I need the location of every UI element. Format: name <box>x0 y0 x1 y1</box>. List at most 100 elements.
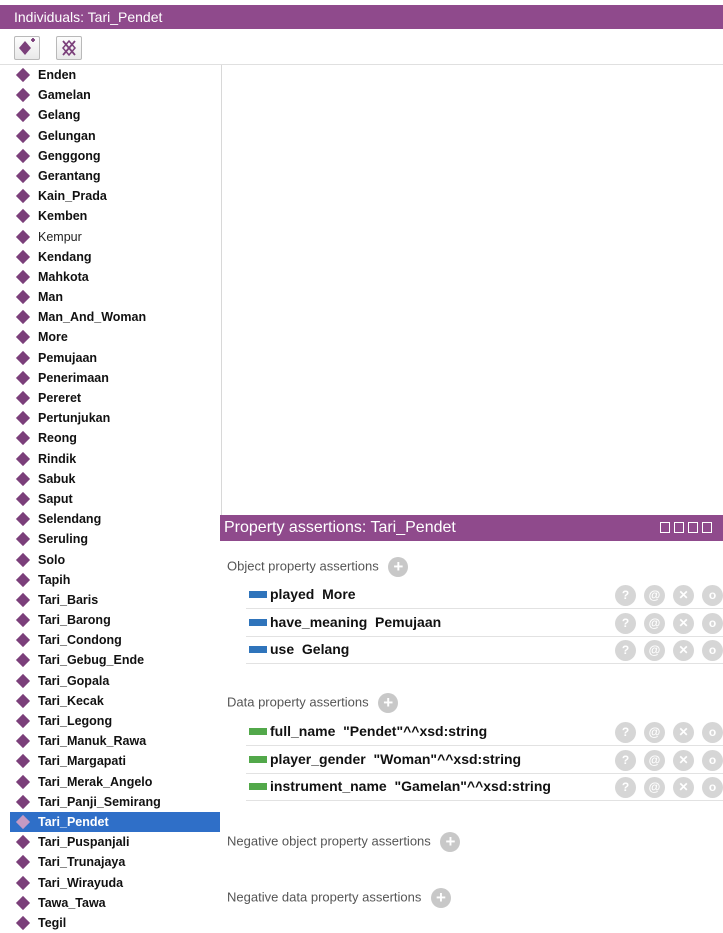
individual-item[interactable]: Kendang <box>10 247 221 267</box>
individual-item[interactable]: Seruling <box>10 529 221 549</box>
individual-item[interactable]: Tari_Trunajaya <box>10 852 221 872</box>
individual-item[interactable]: Pemujaan <box>10 348 221 368</box>
data-assertion-row[interactable]: instrument_name "Gamelan"^^xsd:string? @ ✕… <box>246 774 723 801</box>
object-assertion-row[interactable]: use Gelang? @ ✕ o <box>246 637 723 664</box>
individual-item[interactable]: Saput <box>10 489 221 509</box>
individual-item[interactable]: Mahkota <box>10 267 221 287</box>
individual-item[interactable]: Tapih <box>10 570 221 590</box>
object-property-icon <box>249 591 267 598</box>
individual-diamond-icon <box>15 491 31 507</box>
individual-item[interactable]: Tari_Manuk_Rawa <box>10 731 221 751</box>
add-data-assertion-icon[interactable]: + <box>378 693 399 713</box>
individual-item[interactable]: Tegil <box>10 913 221 933</box>
help-icon[interactable]: ? <box>615 585 636 606</box>
annotate-icon[interactable]: @ <box>644 777 665 798</box>
add-negative-object-assertion-icon[interactable]: + <box>440 832 461 852</box>
individual-item[interactable]: Gelang <box>10 105 221 125</box>
object-assertion-row[interactable]: have_meaning Pemujaan? @ ✕ o <box>246 610 723 637</box>
assertion-text: played More <box>270 586 356 602</box>
individual-item[interactable]: Gerantang <box>10 166 221 186</box>
individual-diamond-icon <box>15 532 31 547</box>
annotate-icon[interactable]: @ <box>644 640 665 661</box>
individual-item[interactable]: Tari_Kecak <box>10 691 221 711</box>
split-horizontal-icon[interactable] <box>674 522 684 533</box>
individual-item[interactable]: Man <box>10 287 221 307</box>
delete-icon[interactable]: ✕ <box>673 777 694 798</box>
individual-item[interactable]: Sabuk <box>10 469 221 489</box>
individual-item[interactable]: Man_And_Woman <box>10 307 221 327</box>
individual-item[interactable]: Reong <box>10 428 221 448</box>
individual-item[interactable]: Tari_Condong <box>10 630 221 650</box>
negative-data-assertions-label: Negative data property assertions <box>227 889 422 905</box>
individual-label: Tari_Gebug_Ende <box>38 653 145 668</box>
individual-item[interactable]: Kain_Prada <box>10 186 221 206</box>
individuals-list[interactable]: Enden Gamelan Gelang Gelungan Genggong Gerant… <box>10 65 222 933</box>
help-icon[interactable]: ? <box>615 749 636 771</box>
add-object-assertion-icon[interactable]: + <box>388 557 409 577</box>
help-icon[interactable]: ? <box>615 640 636 661</box>
data-property-icon <box>249 783 267 790</box>
help-icon[interactable]: ? <box>615 722 636 743</box>
delete-icon[interactable]: ✕ <box>673 722 694 743</box>
individual-item[interactable]: Tari_Merak_Angelo <box>10 772 221 792</box>
individual-item[interactable]: Genggong <box>10 146 221 166</box>
delete-icon[interactable]: ✕ <box>673 749 694 771</box>
data-property-icon <box>249 755 267 763</box>
annotate-icon[interactable]: @ <box>644 722 665 743</box>
add-negative-data-assertion-icon[interactable]: + <box>431 888 452 908</box>
delete-individual-button[interactable] <box>56 36 82 60</box>
assertion-text: have_meaning Pemujaan <box>270 614 441 630</box>
help-icon[interactable]: ? <box>615 612 636 634</box>
edit-icon[interactable]: o <box>702 640 723 661</box>
individual-item[interactable]: Tari_Pendet <box>10 811 221 833</box>
close-view-icon[interactable] <box>702 522 712 533</box>
individual-item[interactable]: Kemben <box>10 206 221 226</box>
individual-item[interactable]: Tari_Baris <box>10 590 221 610</box>
individual-label: Tari_Panji_Semirang <box>38 794 161 809</box>
add-individual-icon <box>19 38 35 55</box>
individual-item[interactable]: Gamelan <box>10 85 221 105</box>
assertion-text: instrument_name "Gamelan"^^xsd:string <box>270 778 551 794</box>
individual-item[interactable]: Tawa_Tawa <box>10 893 221 913</box>
individual-item[interactable]: More <box>10 327 221 347</box>
individual-item[interactable]: Tari_Wirayuda <box>10 873 221 893</box>
individual-item[interactable]: Gelungan <box>10 126 221 146</box>
delete-icon[interactable]: ✕ <box>673 585 694 606</box>
data-assertion-row[interactable]: player_gender "Woman"^^xsd:string? @ ✕ o <box>246 747 723 774</box>
delete-icon[interactable]: ✕ <box>673 640 694 661</box>
maximize-icon[interactable] <box>688 522 698 533</box>
individual-item[interactable]: Pertunjukan <box>10 408 221 428</box>
annotate-icon[interactable]: @ <box>644 749 665 771</box>
individual-item[interactable]: Enden <box>10 65 221 85</box>
individual-item[interactable]: Selendang <box>10 509 221 529</box>
edit-icon[interactable]: o <box>702 612 723 634</box>
annotate-icon[interactable]: @ <box>644 585 665 606</box>
individual-item[interactable]: Pereret <box>10 388 221 408</box>
delete-icon[interactable]: ✕ <box>673 612 694 634</box>
individual-item[interactable]: Penerimaan <box>10 368 221 388</box>
individual-item[interactable]: Rindik <box>10 449 221 469</box>
split-vertical-icon[interactable] <box>660 522 670 533</box>
edit-icon[interactable]: o <box>702 722 723 743</box>
annotate-icon[interactable]: @ <box>644 612 665 634</box>
edit-icon[interactable]: o <box>702 749 723 771</box>
individual-item[interactable]: Tari_Margapati <box>10 751 221 771</box>
edit-icon[interactable]: o <box>702 585 723 606</box>
individual-item[interactable]: Tari_Puspanjali <box>10 832 221 852</box>
individual-diamond-icon <box>15 451 31 466</box>
individual-item[interactable]: Kempur <box>10 227 221 247</box>
add-individual-button[interactable] <box>14 36 40 60</box>
individual-item[interactable]: Tari_Gebug_Ende <box>10 650 221 670</box>
individual-item[interactable]: Tari_Gopala <box>10 671 221 691</box>
individual-label: Tegil <box>38 915 67 930</box>
edit-icon[interactable]: o <box>702 777 723 798</box>
individual-item[interactable]: Tari_Panji_Semirang <box>10 792 221 812</box>
individual-diamond-icon <box>15 814 31 830</box>
individual-diamond-icon <box>15 673 31 688</box>
object-assertion-row[interactable]: played More? @ ✕ o <box>246 582 723 609</box>
individual-item[interactable]: Tari_Legong <box>10 711 221 731</box>
data-assertion-row[interactable]: full_name "Pendet"^^xsd:string? @ ✕ o <box>246 719 723 746</box>
individual-item[interactable]: Solo <box>10 550 221 570</box>
help-icon[interactable]: ? <box>615 777 636 798</box>
individual-item[interactable]: Tari_Barong <box>10 610 221 630</box>
